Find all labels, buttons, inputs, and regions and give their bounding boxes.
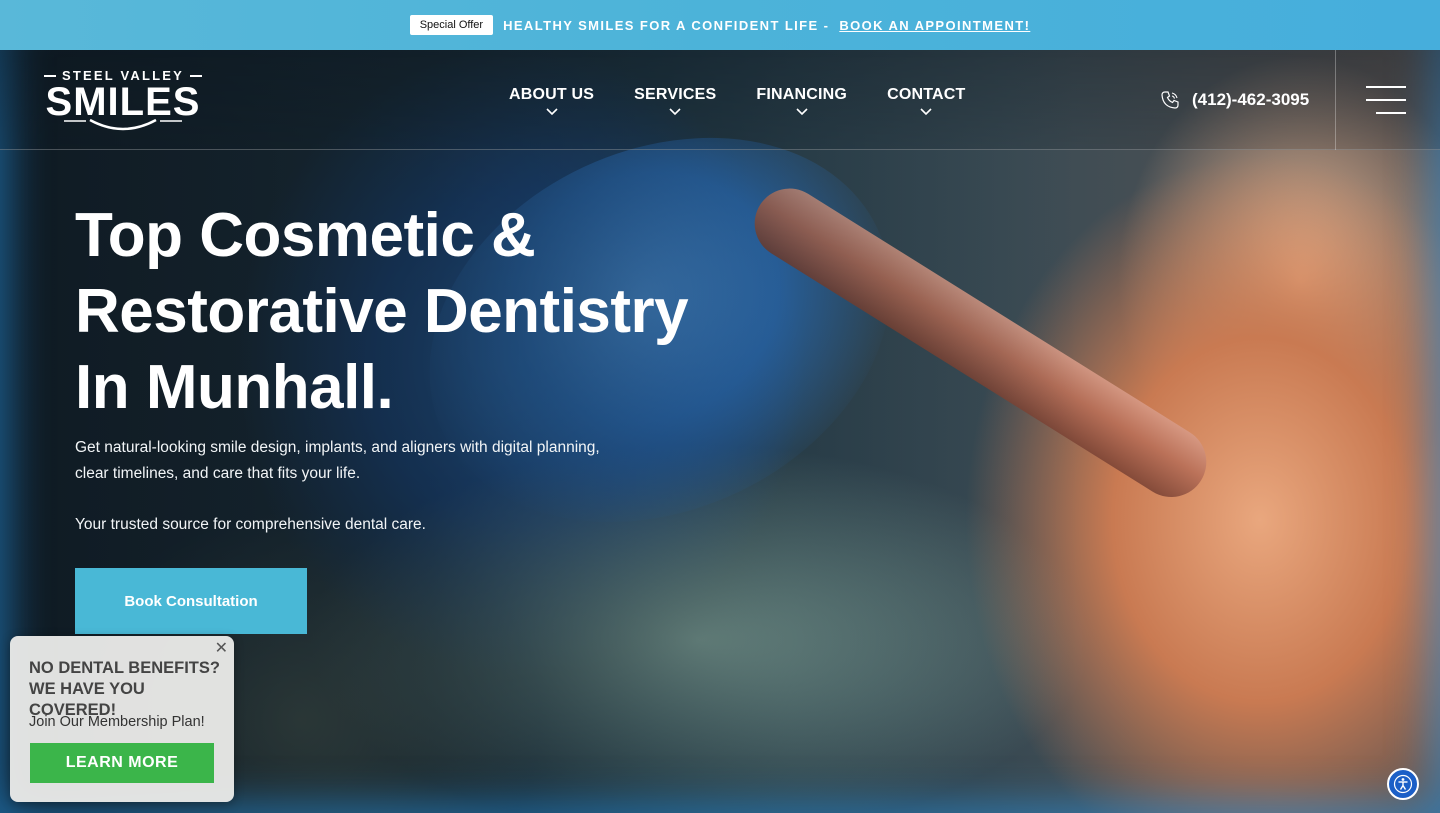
hero-title: Top Cosmetic & Restorative Dentistry In … — [75, 198, 755, 426]
nav-services[interactable]: SERVICES — [634, 86, 716, 116]
close-icon[interactable]: ✕ — [215, 638, 228, 658]
chevron-down-icon — [796, 108, 808, 116]
learn-more-button[interactable]: LEARN MORE — [30, 743, 214, 783]
special-offer-badge: Special Offer — [409, 15, 494, 35]
main-navigation: ABOUT US SERVICES FINANCING CONTACT — [509, 86, 966, 116]
nav-financing[interactable]: FINANCING — [756, 86, 847, 116]
hero-title-line: Restorative Dentistry — [75, 277, 689, 346]
site-logo[interactable]: STEEL VALLEY SMILES — [44, 68, 204, 132]
nav-contact[interactable]: CONTACT — [887, 86, 965, 116]
nav-label: CONTACT — [887, 86, 966, 103]
promo-subtext: Join Our Membership Plan! — [29, 714, 205, 730]
hero-tagline: Your trusted source for comprehensive de… — [75, 516, 426, 533]
nav-about-us[interactable]: ABOUT US — [509, 86, 594, 116]
promo-heading-line: NO DENTAL BENEFITS? — [29, 659, 220, 677]
smile-curve-icon — [64, 118, 182, 131]
accessibility-figure-icon — [1393, 774, 1413, 794]
hamburger-menu-icon[interactable] — [1366, 86, 1406, 114]
nav-label: ABOUT US — [509, 86, 595, 103]
announcement-bar: Special Offer HEALTHY SMILES FOR A CONFI… — [0, 0, 1440, 50]
accessibility-icon[interactable] — [1387, 768, 1419, 800]
chevron-down-icon — [546, 108, 558, 116]
announcement-text: HEALTHY SMILES FOR A CONFIDENT LIFE - — [503, 17, 830, 33]
site-header: STEEL VALLEY SMILES ABOUT US SERVICES FI… — [0, 50, 1440, 150]
header-divider — [1335, 50, 1336, 150]
phone-link[interactable]: (412)-462-3095 — [1160, 90, 1309, 110]
chevron-down-icon — [669, 108, 681, 116]
chevron-down-icon — [920, 108, 932, 116]
book-appointment-link[interactable]: BOOK AN APPOINTMENT! — [839, 18, 1030, 33]
phone-number: (412)-462-3095 — [1192, 90, 1310, 109]
nav-label: SERVICES — [634, 86, 717, 103]
phone-icon — [1161, 91, 1179, 109]
hero-title-line: In Munhall. — [75, 353, 394, 422]
membership-promo-popup: ✕ NO DENTAL BENEFITS? WE HAVE YOU COVERE… — [10, 636, 234, 802]
nav-label: FINANCING — [756, 86, 848, 103]
hero-subtitle: Get natural-looking smile design, implan… — [75, 439, 600, 482]
promo-heading: NO DENTAL BENEFITS? WE HAVE YOU COVERED! — [29, 658, 234, 721]
hero-title-line: Top Cosmetic & — [75, 201, 536, 270]
book-consultation-button[interactable]: Book Consultation — [75, 568, 307, 634]
